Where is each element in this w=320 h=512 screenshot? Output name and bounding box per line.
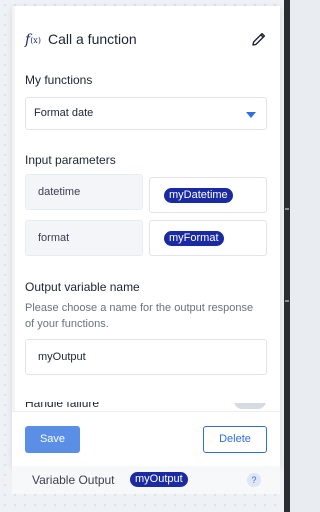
pencil-icon[interactable] — [250, 30, 268, 48]
variable-chip: myFormat — [164, 231, 224, 246]
right-edge-bar — [284, 0, 290, 512]
variable-chip: myDatetime — [164, 188, 233, 203]
edge-tick — [285, 208, 289, 210]
variable-output-chip: myOutput — [130, 472, 188, 487]
help-icon[interactable]: ? — [247, 473, 261, 487]
edge-tick — [285, 300, 289, 302]
input-parameters-label: Input parameters — [25, 153, 116, 167]
param-value-datetime[interactable]: myDatetime — [149, 177, 267, 213]
my-functions-label: My functions — [25, 73, 93, 87]
delete-button[interactable]: Delete — [203, 426, 267, 453]
output-variable-description: Please choose a name for the output resp… — [25, 302, 254, 330]
param-name-format: format — [25, 220, 143, 256]
param-value-format[interactable]: myFormat — [149, 220, 267, 256]
function-select[interactable]: Format date — [25, 97, 267, 130]
save-button[interactable]: Save — [25, 426, 80, 453]
panel-footer: Save Delete — [12, 411, 280, 466]
variable-output-label: Variable Output — [32, 473, 115, 487]
param-name-datetime: datetime — [25, 174, 143, 210]
output-variable-label: Output variable name — [25, 280, 140, 294]
function-icon: f(x) — [25, 32, 41, 48]
toggle-switch[interactable] — [234, 403, 266, 409]
panel-accent — [12, 6, 15, 466]
panel-header: f(x) Call a function — [12, 6, 280, 70]
param-name-text: format — [38, 232, 70, 244]
output-variable-input[interactable]: myOutput — [25, 339, 267, 375]
panel-title: Call a function — [48, 31, 137, 47]
function-select-value: Format date — [34, 107, 94, 119]
output-variable-value: myOutput — [38, 351, 86, 363]
partially-hidden-label: Handle failure — [25, 402, 99, 408]
param-name-text: datetime — [38, 186, 81, 198]
call-function-panel: f(x) Call a function My functions Format… — [12, 6, 280, 466]
chevron-down-icon — [246, 112, 256, 118]
